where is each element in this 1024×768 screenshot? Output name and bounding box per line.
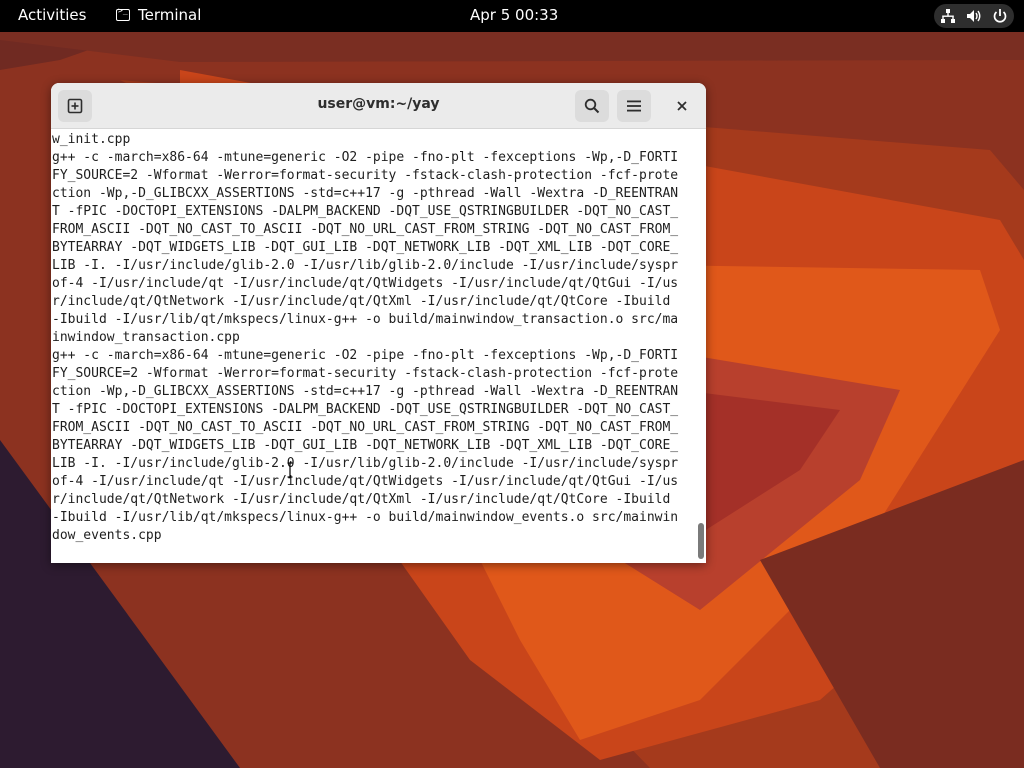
terminal-line: r/include/qt/QtNetwork -I/usr/include/qt…	[52, 294, 671, 309]
scrollbar-thumb[interactable]	[698, 523, 704, 559]
header-bar[interactable]: user@vm:~/yay	[51, 83, 706, 129]
app-menu-terminal[interactable]: Terminal	[116, 6, 201, 24]
terminal-line: FY_SOURCE=2 -Wformat -Werror=format-secu…	[52, 168, 679, 183]
close-icon	[677, 101, 687, 111]
terminal-line: dow_events.cpp	[52, 528, 162, 543]
terminal-line: T -fPIC -DOCTOPI_EXTENSIONS -DALPM_BACKE…	[52, 402, 679, 417]
terminal-line: g++ -c -march=x86-64 -mtune=generic -O2 …	[52, 150, 679, 165]
terminal-line: T -fPIC -DOCTOPI_EXTENSIONS -DALPM_BACKE…	[52, 204, 679, 219]
app-menu-label: Terminal	[138, 6, 202, 24]
system-tray[interactable]	[934, 4, 1014, 28]
terminal-app-icon	[116, 6, 130, 21]
terminal-line: -Ibuild -I/usr/lib/qt/mkspecs/linux-g++ …	[52, 510, 679, 525]
activities-button[interactable]: Activities	[18, 6, 86, 24]
text-cursor-icon	[287, 462, 293, 478]
terminal-line: w_init.cpp	[52, 132, 131, 147]
terminal-window[interactable]: user@vm:~/yay w_init.cpp g++ -c -march=x…	[51, 83, 706, 563]
top-bar: Activities Terminal Apr 5 00:33	[0, 0, 1024, 32]
power-icon	[993, 9, 1007, 23]
terminal-line: LIB -I. -I/usr/include/glib-2.0 -I/usr/l…	[52, 258, 679, 273]
terminal-line: FY_SOURCE=2 -Wformat -Werror=format-secu…	[52, 366, 679, 381]
close-button[interactable]	[666, 90, 698, 122]
terminal-line: ction -Wp,-D_GLIBCXX_ASSERTIONS -std=c++…	[52, 384, 679, 399]
volume-icon	[967, 10, 981, 22]
terminal-line: ction -Wp,-D_GLIBCXX_ASSERTIONS -std=c++…	[52, 186, 679, 201]
network-icon	[941, 9, 955, 23]
terminal-line: BYTEARRAY -DQT_WIDGETS_LIB -DQT_GUI_LIB …	[52, 240, 679, 255]
terminal-line: BYTEARRAY -DQT_WIDGETS_LIB -DQT_GUI_LIB …	[52, 438, 679, 453]
terminal-line: r/include/qt/QtNetwork -I/usr/include/qt…	[52, 492, 671, 507]
terminal-output-area[interactable]: w_init.cpp g++ -c -march=x86-64 -mtune=g…	[51, 129, 706, 563]
search-icon	[584, 98, 600, 114]
clock[interactable]: Apr 5 00:33	[470, 6, 558, 24]
terminal-line: FROM_ASCII -DQT_NO_CAST_TO_ASCII -DQT_NO…	[52, 420, 679, 435]
terminal-line: inwindow_transaction.cpp	[52, 330, 240, 345]
terminal-line: -Ibuild -I/usr/lib/qt/mkspecs/linux-g++ …	[52, 312, 679, 327]
terminal-line: of-4 -I/usr/include/qt -I/usr/include/qt…	[52, 276, 679, 291]
terminal-line: LIB -I. -I/usr/include/glib-2.0 -I/usr/l…	[52, 456, 679, 471]
hamburger-menu-icon	[627, 100, 641, 112]
terminal-line: g++ -c -march=x86-64 -mtune=generic -O2 …	[52, 348, 679, 363]
terminal-line: of-4 -I/usr/include/qt -I/usr/include/qt…	[52, 474, 679, 489]
menu-button[interactable]	[617, 90, 651, 122]
terminal-line: FROM_ASCII -DQT_NO_CAST_TO_ASCII -DQT_NO…	[52, 222, 679, 237]
terminal-output[interactable]: w_init.cpp g++ -c -march=x86-64 -mtune=g…	[52, 131, 694, 545]
search-button[interactable]	[575, 90, 609, 122]
